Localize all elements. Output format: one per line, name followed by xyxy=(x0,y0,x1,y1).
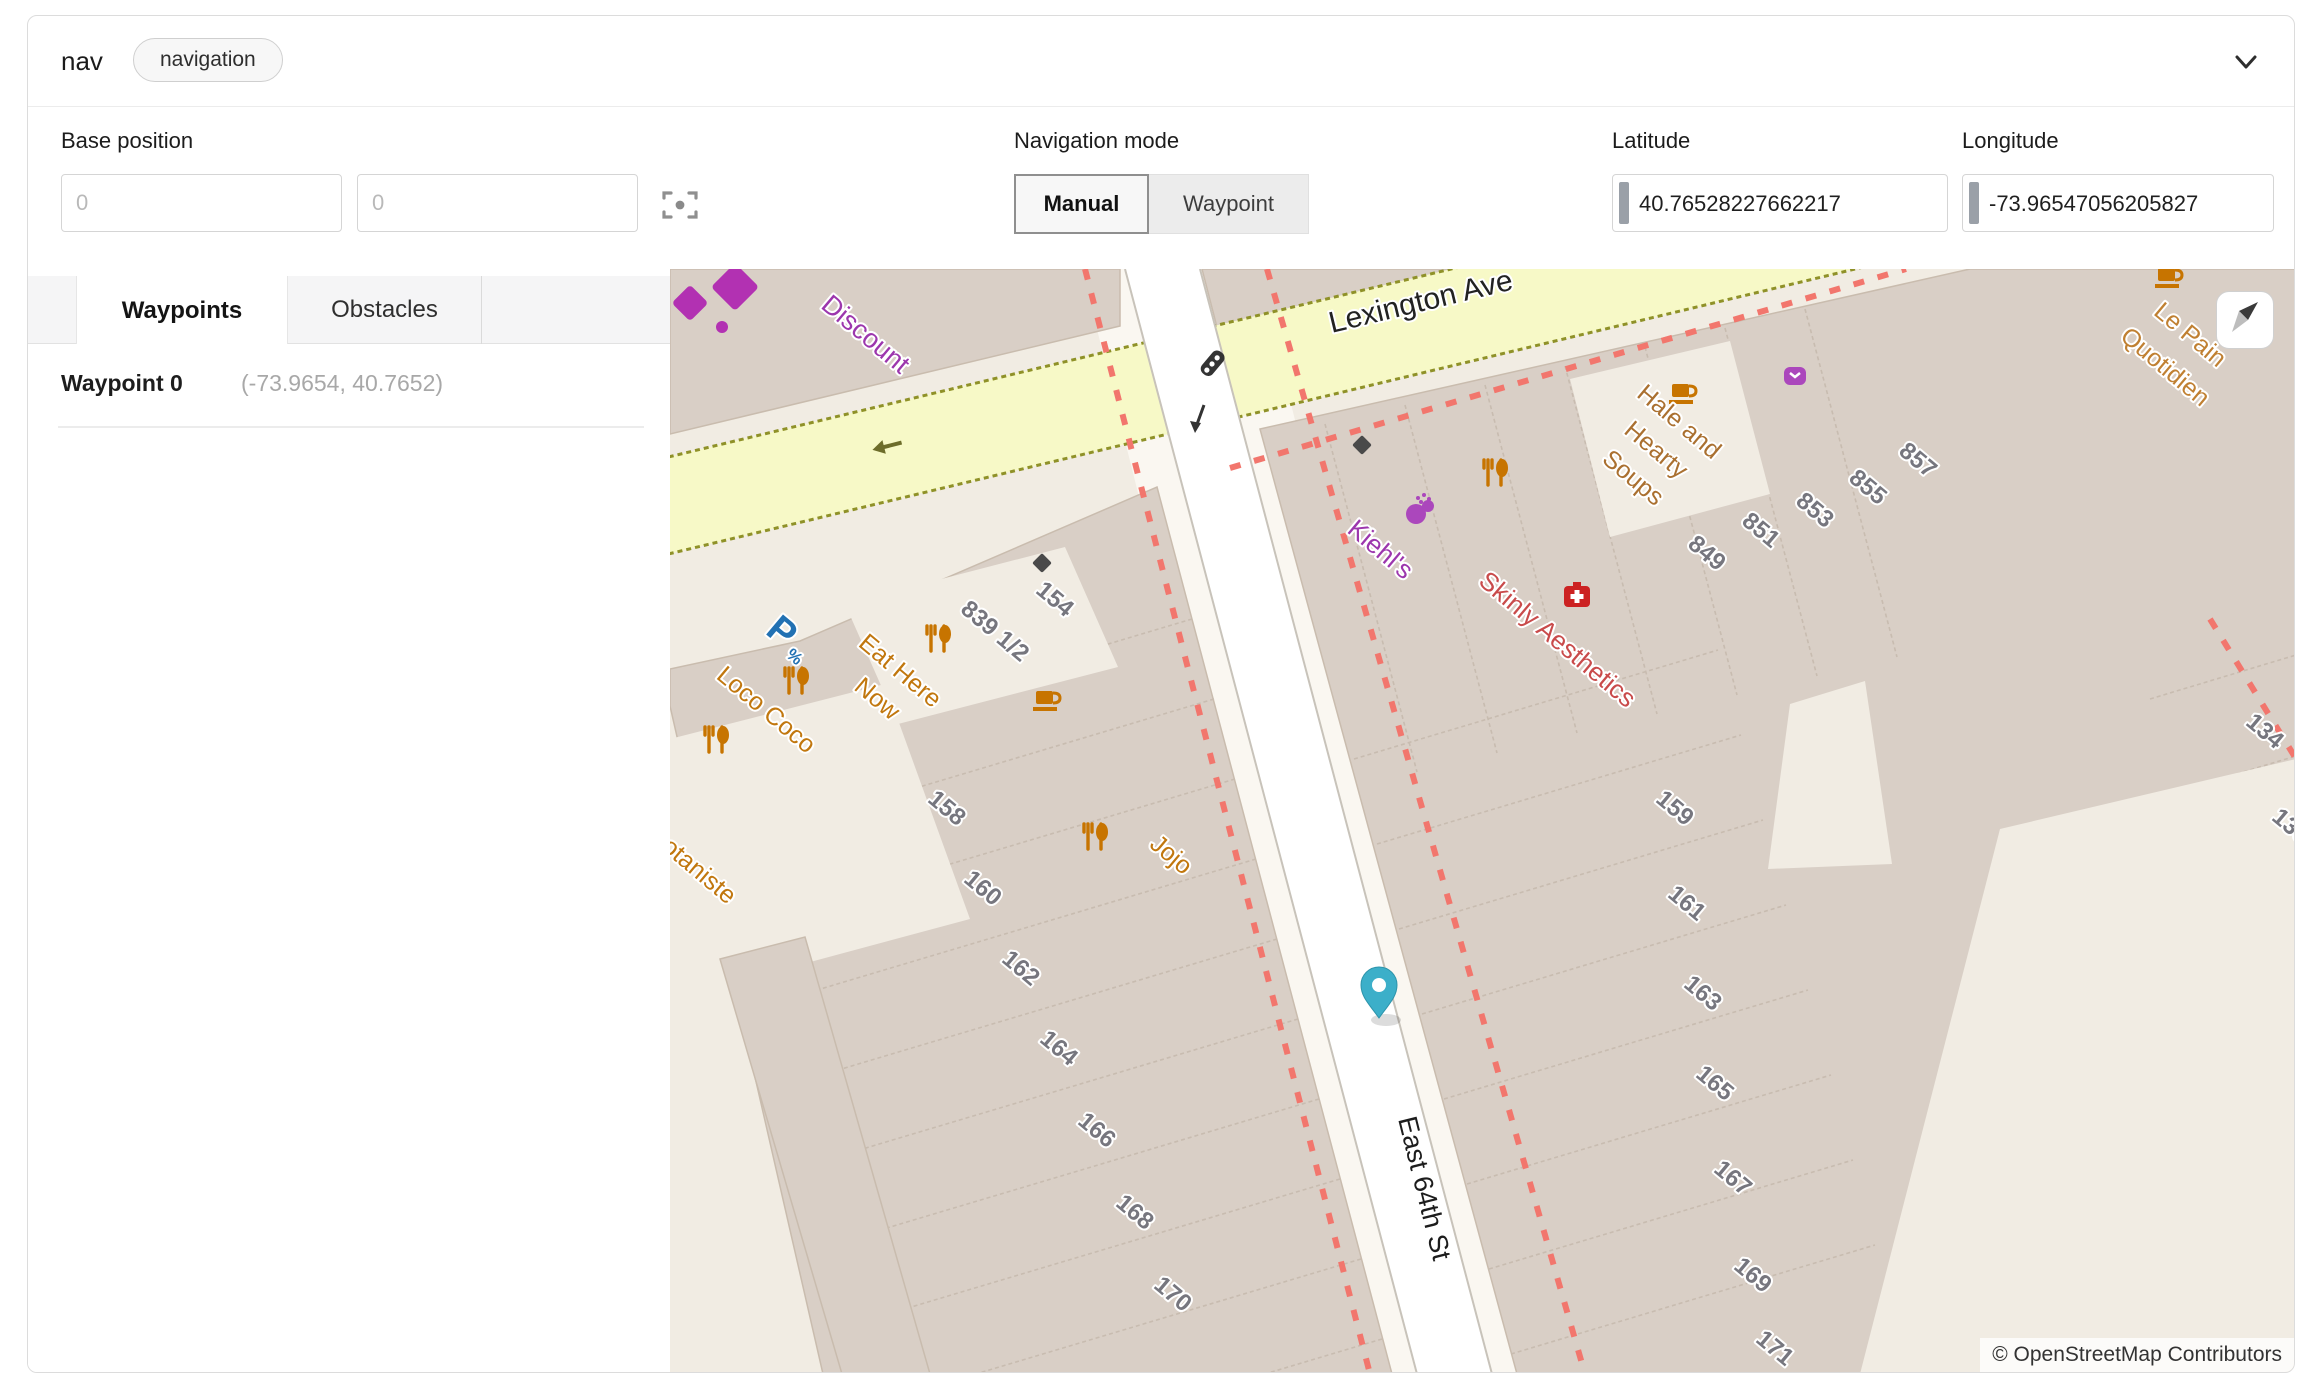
chevron-down-icon xyxy=(2228,44,2264,80)
tab-obstacles[interactable]: Obstacles xyxy=(288,276,482,344)
nav-card: nav navigation Base position Navigation … xyxy=(27,15,2295,1373)
crosshair-icon xyxy=(661,188,699,222)
base-position-y-input[interactable] xyxy=(357,174,638,232)
base-position-x-input[interactable] xyxy=(61,174,342,232)
mode-manual-button[interactable]: Manual xyxy=(1014,174,1149,234)
map-container[interactable]: P%DiscountLexington AveEast 64th StHale … xyxy=(670,269,2294,1372)
page-title: nav xyxy=(61,46,103,77)
tab-bar: Waypoints Obstacles xyxy=(28,276,670,344)
collapse-button[interactable] xyxy=(2228,44,2264,80)
longitude-label: Longitude xyxy=(1962,128,2059,154)
waypoint-coordinates: (-73.9654, 40.7652) xyxy=(241,370,443,397)
longitude-input[interactable] xyxy=(1987,175,2269,233)
waypoint-list-empty-area xyxy=(28,428,670,1372)
map-attribution: © OpenStreetMap Contributors xyxy=(1980,1338,2294,1372)
navigation-badge: navigation xyxy=(133,38,283,82)
compass-needle-icon xyxy=(2218,292,2273,347)
latitude-field xyxy=(1612,174,1948,232)
latitude-input[interactable] xyxy=(1637,175,1943,233)
longitude-drag-handle[interactable] xyxy=(1969,182,1979,224)
waypoint-name: Waypoint 0 xyxy=(61,370,183,397)
pdot-icon xyxy=(716,321,728,333)
compass-button[interactable] xyxy=(2216,291,2274,349)
waypoint-list-item[interactable]: Waypoint 0 (-73.9654, 40.7652) xyxy=(28,344,670,428)
navigation-mode-label: Navigation mode xyxy=(1014,128,1179,154)
tab-waypoints[interactable]: Waypoints xyxy=(76,276,288,346)
base-position-label: Base position xyxy=(61,128,193,154)
clothes-icon xyxy=(1784,367,1806,385)
card-header: nav navigation xyxy=(28,16,2294,107)
pick-position-button[interactable] xyxy=(660,188,700,222)
longitude-field xyxy=(1962,174,2274,232)
cafe-icon xyxy=(2155,269,2182,288)
navigation-mode-toggle: Manual Waypoint xyxy=(1014,174,1309,234)
latitude-drag-handle[interactable] xyxy=(1619,182,1629,224)
map-canvas[interactable]: P%DiscountLexington AveEast 64th StHale … xyxy=(670,269,2294,1372)
latitude-label: Latitude xyxy=(1612,128,1690,154)
mode-waypoint-button[interactable]: Waypoint xyxy=(1149,174,1309,234)
